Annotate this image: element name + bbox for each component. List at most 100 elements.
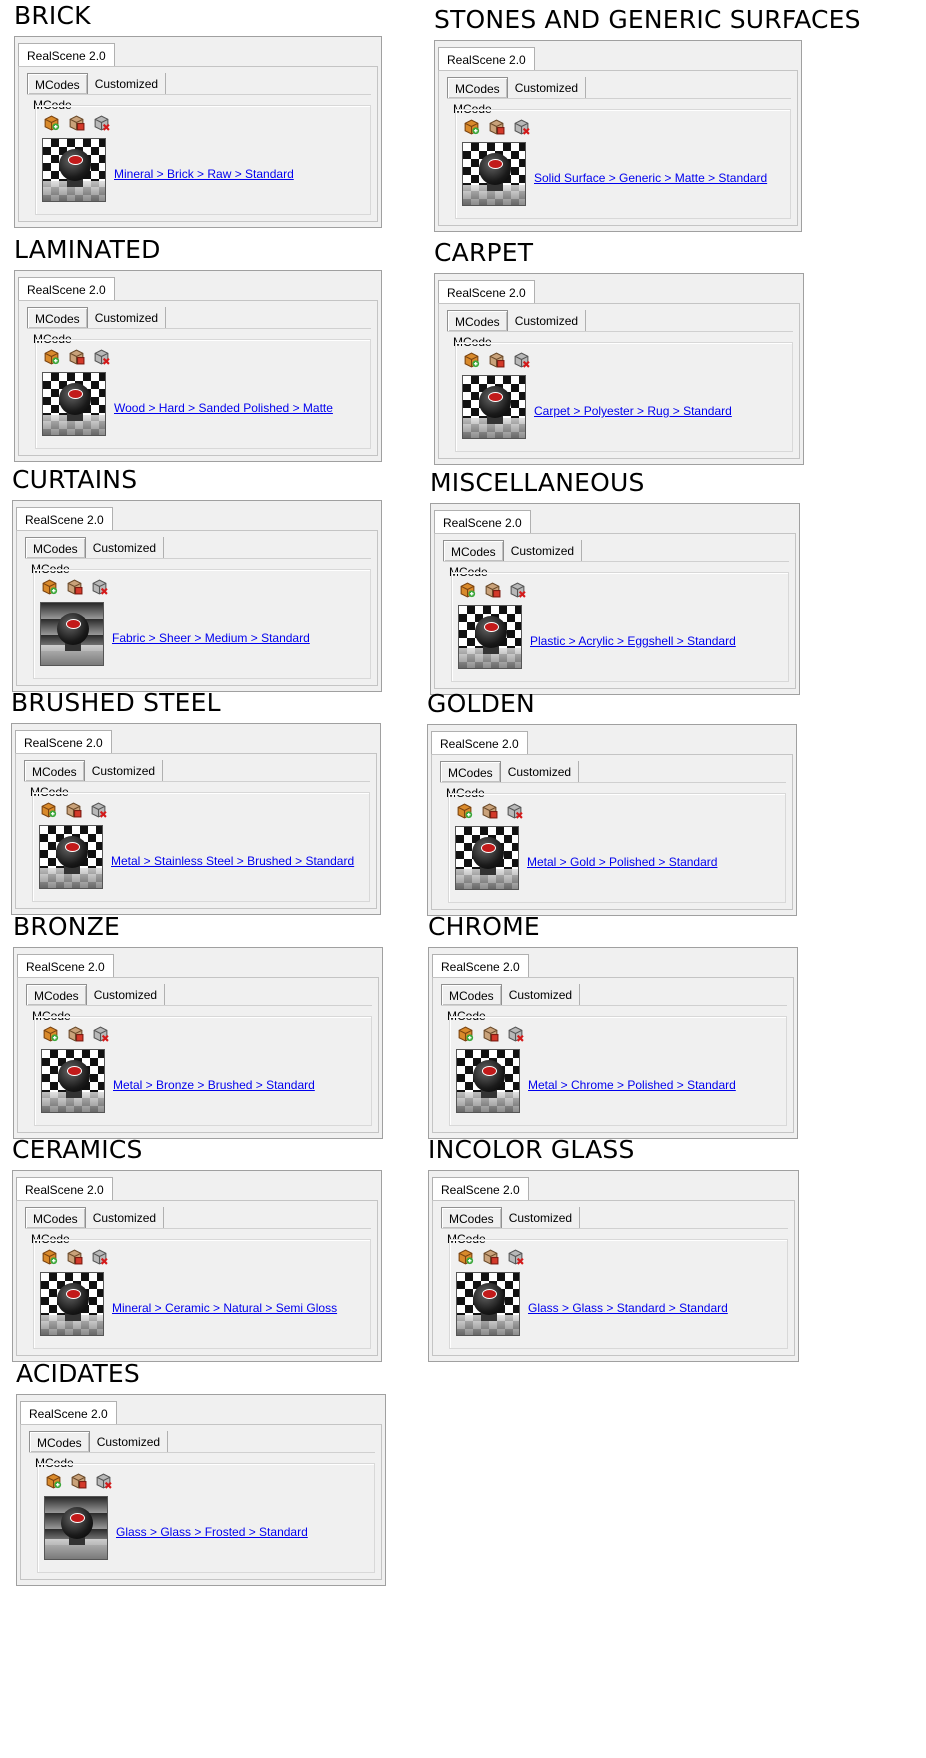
tab-mcodes[interactable]: MCodes <box>27 73 88 95</box>
tab-customized[interactable]: Customized <box>507 310 587 332</box>
remove-mcode-icon[interactable] <box>507 1248 524 1265</box>
edit-mcode-icon[interactable] <box>70 1472 87 1489</box>
mcode-path-link[interactable]: Metal > Bronze > Brushed > Standard <box>113 1078 315 1092</box>
add-mcode-icon[interactable] <box>463 118 480 135</box>
tab-mcodes[interactable]: MCodes <box>441 1207 502 1229</box>
tab-customized[interactable]: Customized <box>85 537 165 559</box>
realscene-panel: RealScene 2.0 MCodes Customized MCode <box>14 36 382 228</box>
remove-mcode-icon[interactable] <box>92 1025 109 1042</box>
add-mcode-icon[interactable] <box>45 1472 62 1489</box>
realscene-tab[interactable]: RealScene 2.0 <box>438 280 535 304</box>
realscene-tab[interactable]: RealScene 2.0 <box>15 730 112 754</box>
add-mcode-icon[interactable] <box>457 1025 474 1042</box>
tab-customized[interactable]: Customized <box>507 77 587 99</box>
add-mcode-icon[interactable] <box>459 581 476 598</box>
tab-customized[interactable]: Customized <box>89 1431 169 1453</box>
realscene-panel: RealScene 2.0 MCodes Customized MCode <box>434 273 804 465</box>
add-mcode-icon[interactable] <box>43 348 60 365</box>
mcode-path-link[interactable]: Metal > Stainless Steel > Brushed > Stan… <box>111 854 354 868</box>
mcode-tabs: MCodes Customized <box>27 73 167 95</box>
add-mcode-icon[interactable] <box>40 801 57 818</box>
mcode-path-link[interactable]: Glass > Glass > Frosted > Standard <box>116 1525 308 1539</box>
mcode-path-link[interactable]: Glass > Glass > Standard > Standard <box>528 1301 728 1315</box>
mcode-path-link[interactable]: Plastic > Acrylic > Eggshell > Standard <box>530 634 736 648</box>
tab-divider <box>441 1005 787 1006</box>
mcode-path-link[interactable]: Metal > Chrome > Polished > Standard <box>528 1078 736 1092</box>
edit-mcode-icon[interactable] <box>68 114 85 131</box>
mcode-path-link[interactable]: Mineral > Brick > Raw > Standard <box>114 167 294 181</box>
tab-customized[interactable]: Customized <box>84 760 164 782</box>
realscene-tab[interactable]: RealScene 2.0 <box>431 731 528 755</box>
mcode-path-link[interactable]: Fabric > Sheer > Medium > Standard <box>112 631 310 645</box>
realscene-body: MCodes Customized MCode Glass > Glass > … <box>432 1200 795 1356</box>
realscene-tab[interactable]: RealScene 2.0 <box>434 510 531 534</box>
edit-mcode-icon[interactable] <box>482 1248 499 1265</box>
tab-mcodes[interactable]: MCodes <box>443 540 504 562</box>
tab-customized[interactable]: Customized <box>503 540 583 562</box>
add-mcode-icon[interactable] <box>41 1248 58 1265</box>
realscene-tab[interactable]: RealScene 2.0 <box>16 507 113 531</box>
realscene-tab[interactable]: RealScene 2.0 <box>432 954 529 978</box>
mcode-path-link[interactable]: Carpet > Polyester > Rug > Standard <box>534 404 732 418</box>
remove-mcode-icon[interactable] <box>90 801 107 818</box>
remove-mcode-icon[interactable] <box>91 578 108 595</box>
remove-mcode-icon[interactable] <box>91 1248 108 1265</box>
tab-customized[interactable]: Customized <box>86 984 166 1006</box>
mcode-path-link[interactable]: Metal > Gold > Polished > Standard <box>527 855 717 869</box>
tab-mcodes[interactable]: MCodes <box>29 1431 90 1453</box>
mcode-tabs: MCodes Customized <box>27 307 167 329</box>
tab-customized[interactable]: Customized <box>87 73 167 95</box>
remove-mcode-icon[interactable] <box>509 581 526 598</box>
realscene-tab[interactable]: RealScene 2.0 <box>16 1177 113 1201</box>
edit-mcode-icon[interactable] <box>488 351 505 368</box>
tab-mcodes[interactable]: MCodes <box>447 77 508 99</box>
remove-mcode-icon[interactable] <box>93 114 110 131</box>
mcode-path-link[interactable]: Mineral > Ceramic > Natural > Semi Gloss <box>112 1301 337 1315</box>
tab-mcodes[interactable]: MCodes <box>25 1207 86 1229</box>
mcode-path-link[interactable]: Solid Surface > Generic > Matte > Standa… <box>534 171 767 185</box>
realscene-tab[interactable]: RealScene 2.0 <box>17 954 114 978</box>
edit-mcode-icon[interactable] <box>66 1248 83 1265</box>
tab-customized[interactable]: Customized <box>501 1207 581 1229</box>
edit-mcode-icon[interactable] <box>65 801 82 818</box>
edit-mcode-icon[interactable] <box>67 1025 84 1042</box>
tab-mcodes[interactable]: MCodes <box>24 760 85 782</box>
add-mcode-icon[interactable] <box>456 802 473 819</box>
realscene-tab[interactable]: RealScene 2.0 <box>18 43 115 67</box>
tab-customized[interactable]: Customized <box>501 984 581 1006</box>
realscene-tab[interactable]: RealScene 2.0 <box>438 47 535 71</box>
edit-mcode-icon[interactable] <box>481 802 498 819</box>
edit-mcode-icon[interactable] <box>482 1025 499 1042</box>
tab-mcodes[interactable]: MCodes <box>25 537 86 559</box>
remove-mcode-icon[interactable] <box>513 118 530 135</box>
mcode-group: Plastic > Acrylic > Eggshell > Standard <box>451 572 789 682</box>
add-mcode-icon[interactable] <box>42 1025 59 1042</box>
tab-customized[interactable]: Customized <box>87 307 167 329</box>
remove-mcode-icon[interactable] <box>507 1025 524 1042</box>
edit-mcode-icon[interactable] <box>68 348 85 365</box>
realscene-tab[interactable]: RealScene 2.0 <box>20 1401 117 1425</box>
tab-mcodes[interactable]: MCodes <box>441 984 502 1006</box>
realscene-tab[interactable]: RealScene 2.0 <box>432 1177 529 1201</box>
remove-mcode-icon[interactable] <box>513 351 530 368</box>
tab-mcodes[interactable]: MCodes <box>447 310 508 332</box>
tab-mcodes[interactable]: MCodes <box>440 761 501 783</box>
mcode-tabs: MCodes Customized <box>24 760 164 782</box>
remove-mcode-icon[interactable] <box>93 348 110 365</box>
add-mcode-icon[interactable] <box>41 578 58 595</box>
add-mcode-icon[interactable] <box>457 1248 474 1265</box>
edit-mcode-icon[interactable] <box>484 581 501 598</box>
edit-mcode-icon[interactable] <box>488 118 505 135</box>
add-mcode-icon[interactable] <box>43 114 60 131</box>
tab-mcodes[interactable]: MCodes <box>27 307 88 329</box>
mcode-path-link[interactable]: Wood > Hard > Sanded Polished > Matte <box>114 401 333 415</box>
realscene-tab[interactable]: RealScene 2.0 <box>18 277 115 301</box>
add-mcode-icon[interactable] <box>463 351 480 368</box>
tab-mcodes[interactable]: MCodes <box>26 984 87 1006</box>
tab-customized[interactable]: Customized <box>85 1207 165 1229</box>
realscene-panel: RealScene 2.0 MCodes Customized MCode <box>428 1170 799 1362</box>
tab-customized[interactable]: Customized <box>500 761 580 783</box>
remove-mcode-icon[interactable] <box>95 1472 112 1489</box>
edit-mcode-icon[interactable] <box>66 578 83 595</box>
remove-mcode-icon[interactable] <box>506 802 523 819</box>
